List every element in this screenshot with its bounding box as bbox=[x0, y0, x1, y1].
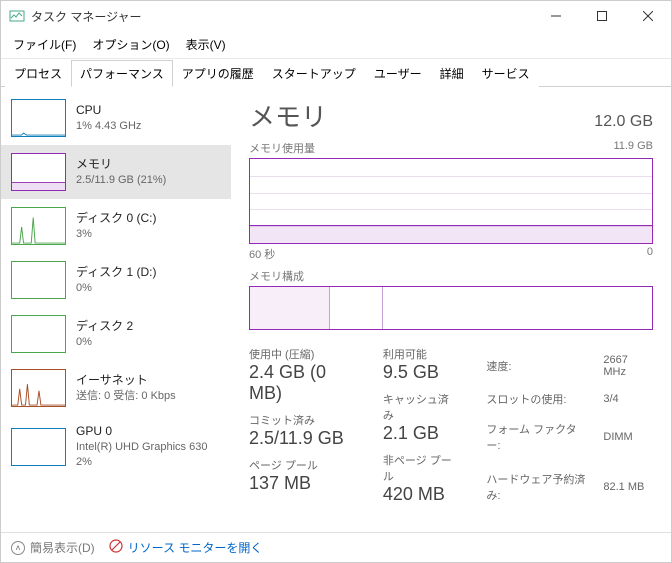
inuse-label: 使用中 (圧縮) bbox=[249, 346, 355, 362]
commit-label: コミット済み bbox=[249, 412, 355, 428]
fewer-details-button[interactable]: ˄ 簡易表示(D) bbox=[11, 539, 95, 556]
menubar: ファイル(F) オプション(O) 表示(V) bbox=[1, 31, 671, 59]
sidebar-item-label: イーサネット bbox=[76, 372, 176, 389]
sidebar-item-label: ディスク 1 (D:) bbox=[76, 264, 157, 281]
disk-thumb bbox=[11, 207, 66, 245]
disk-thumb bbox=[11, 261, 66, 299]
sidebar-item-disk2[interactable]: ディスク 20% bbox=[1, 307, 231, 361]
sidebar-item-memory[interactable]: メモリ2.5/11.9 GB (21%) bbox=[1, 145, 231, 199]
tab-startup[interactable]: スタートアップ bbox=[263, 60, 365, 87]
sidebar-item-label: CPU bbox=[76, 102, 141, 119]
composition-label: メモリ構成 bbox=[249, 268, 304, 284]
tab-performance[interactable]: パフォーマンス bbox=[71, 60, 173, 87]
tab-services[interactable]: サービス bbox=[473, 60, 539, 87]
window-title: タスク マネージャー bbox=[31, 8, 533, 25]
app-icon bbox=[9, 8, 25, 24]
memory-composition-graph[interactable] bbox=[249, 286, 653, 330]
disk-thumb bbox=[11, 315, 66, 353]
memory-thumb bbox=[11, 153, 66, 191]
total-memory: 12.0 GB bbox=[594, 113, 653, 131]
axis-left: 60 秒 bbox=[249, 246, 275, 262]
chevron-up-icon: ˄ bbox=[11, 541, 25, 555]
paged-label: ページ プール bbox=[249, 457, 355, 473]
menu-view[interactable]: 表示(V) bbox=[180, 33, 232, 56]
gpu-thumb bbox=[11, 428, 66, 466]
resmon-icon bbox=[109, 539, 123, 556]
cpu-thumb bbox=[11, 99, 66, 137]
sidebar-item-label: メモリ bbox=[76, 156, 166, 173]
tab-users[interactable]: ユーザー bbox=[365, 60, 431, 87]
commit-value: 2.5/11.9 GB bbox=[249, 428, 355, 449]
avail-label: 利用可能 bbox=[383, 346, 456, 362]
axis-right: 0 bbox=[647, 246, 653, 262]
titlebar[interactable]: タスク マネージャー bbox=[1, 1, 671, 31]
sidebar-item-disk1[interactable]: ディスク 1 (D:)0% bbox=[1, 253, 231, 307]
sidebar-item-disk0[interactable]: ディスク 0 (C:)3% bbox=[1, 199, 231, 253]
page-title: メモリ bbox=[249, 97, 327, 134]
nonpaged-value: 420 MB bbox=[383, 484, 456, 505]
cached-label: キャッシュ済み bbox=[383, 391, 456, 423]
inuse-value: 2.4 GB (0 MB) bbox=[249, 362, 355, 404]
sidebar-item-label: GPU 0 bbox=[76, 423, 207, 440]
usage-label: メモリ使用量 bbox=[249, 140, 315, 156]
tabs: プロセス パフォーマンス アプリの履歴 スタートアップ ユーザー 詳細 サービス bbox=[1, 59, 671, 87]
usage-max: 11.9 GB bbox=[613, 140, 653, 156]
tab-processes[interactable]: プロセス bbox=[5, 60, 71, 87]
nonpaged-label: 非ページ プール bbox=[383, 452, 456, 484]
avail-value: 9.5 GB bbox=[383, 362, 456, 383]
cached-value: 2.1 GB bbox=[383, 423, 456, 444]
main-panel: メモリ 12.0 GB メモリ使用量 11.9 GB 60 秒 0 メモリ構成 使用… bbox=[231, 87, 671, 532]
menu-options[interactable]: オプション(O) bbox=[86, 33, 175, 56]
tab-apphistory[interactable]: アプリの履歴 bbox=[173, 60, 263, 87]
paged-value: 137 MB bbox=[249, 473, 355, 494]
ethernet-thumb bbox=[11, 369, 66, 407]
footer: ˄ 簡易表示(D) リソース モニターを開く bbox=[1, 532, 671, 562]
memory-meta-table: 速度:2667 MHz スロットの使用:3/4 フォーム ファクター:DIMM … bbox=[484, 346, 653, 513]
menu-file[interactable]: ファイル(F) bbox=[7, 33, 82, 56]
sidebar: CPU1% 4.43 GHz メモリ2.5/11.9 GB (21%) ディスク… bbox=[1, 87, 231, 532]
close-button[interactable] bbox=[625, 1, 671, 31]
resource-monitor-button[interactable]: リソース モニターを開く bbox=[109, 539, 263, 556]
maximize-button[interactable] bbox=[579, 1, 625, 31]
tab-details[interactable]: 詳細 bbox=[431, 60, 473, 87]
sidebar-item-cpu[interactable]: CPU1% 4.43 GHz bbox=[1, 91, 231, 145]
sidebar-item-gpu0[interactable]: GPU 0Intel(R) UHD Graphics 630 2% bbox=[1, 415, 231, 479]
minimize-button[interactable] bbox=[533, 1, 579, 31]
memory-usage-graph[interactable] bbox=[249, 158, 653, 244]
sidebar-item-label: ディスク 0 (C:) bbox=[76, 210, 157, 227]
sidebar-item-label: ディスク 2 bbox=[76, 318, 133, 335]
sidebar-item-ethernet[interactable]: イーサネット送信: 0 受信: 0 Kbps bbox=[1, 361, 231, 415]
